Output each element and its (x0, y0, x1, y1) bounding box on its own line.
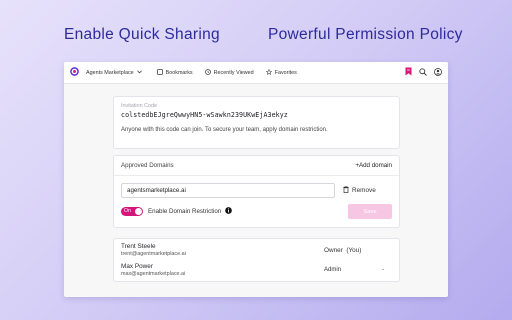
invitation-label: Invitation Code (121, 103, 157, 109)
nav-bookmarks-label: Bookmarks (165, 69, 193, 76)
info-icon[interactable] (225, 207, 233, 216)
workspace-switcher[interactable]: Agents Marketplace (70, 67, 145, 78)
toggle-state-label: On (124, 208, 131, 214)
nav-favorites[interactable]: Favorites (265, 68, 297, 77)
nav-recently-viewed-label: Recently Viewed (213, 69, 254, 76)
member-role: Owner (You) (324, 247, 362, 254)
nav-bookmarks[interactable]: Bookmarks (156, 68, 193, 77)
toggle-knob (135, 208, 142, 215)
headline-quick-sharing: Enable Quick Sharing (64, 26, 220, 43)
headline-permission-policy: Powerful Permission Policy (268, 26, 463, 43)
nav-favorites-label: Favorites (274, 69, 297, 76)
clock-icon (204, 68, 214, 77)
approved-domains-card: Approved Domains +Add domain Remove On E… (113, 155, 400, 228)
trash-icon (343, 186, 352, 195)
domain-restriction-toggle[interactable]: On (121, 207, 143, 216)
bookmark-icon[interactable] (405, 67, 412, 78)
restriction-label: Enable Domain Restriction (148, 208, 222, 215)
workspace-name: Agents Marketplace (86, 69, 134, 76)
role-dropdown-caret: - (382, 267, 384, 273)
invitation-card: Invitation Code colstedbEJgreQwwyHN5-wSa… (113, 96, 400, 149)
member-row: Trent Steele trent@agentmarketplace.ai O… (121, 241, 392, 261)
member-role-value: Admin (324, 267, 342, 273)
chevron-down-icon (136, 69, 145, 76)
domains-title: Approved Domains (121, 162, 174, 169)
members-card: Trent Steele trent@agentmarketplace.ai O… (113, 238, 400, 282)
bookmark-outline-icon (156, 68, 166, 77)
remove-label: Remove (352, 187, 376, 194)
nav-recently-viewed[interactable]: Recently Viewed (204, 68, 254, 77)
save-button[interactable]: Save (348, 204, 392, 219)
domain-input[interactable] (121, 183, 335, 198)
remove-domain-button[interactable]: Remove (343, 186, 376, 195)
star-icon (265, 68, 275, 77)
add-domain-button[interactable]: +Add domain (355, 162, 392, 169)
app-window: Agents Marketplace Bookmarks Recently Vi… (64, 62, 448, 297)
invitation-code[interactable]: colstedbEJgreQwwyHN5-wSawkn239UKwEjA3eky… (121, 111, 392, 119)
invitation-description: Anyone with this code can join. To secur… (121, 127, 328, 133)
user-icon[interactable] (434, 67, 442, 78)
member-role-select[interactable]: Admin - (324, 267, 384, 273)
search-icon[interactable] (419, 67, 427, 78)
domains-header: Approved Domains +Add domain (114, 156, 399, 176)
member-row: Max Power max@agentmarketplace.ai Admin … (121, 261, 392, 281)
top-navbar: Agents Marketplace Bookmarks Recently Vi… (64, 62, 448, 84)
agents-logo-icon (70, 67, 82, 78)
